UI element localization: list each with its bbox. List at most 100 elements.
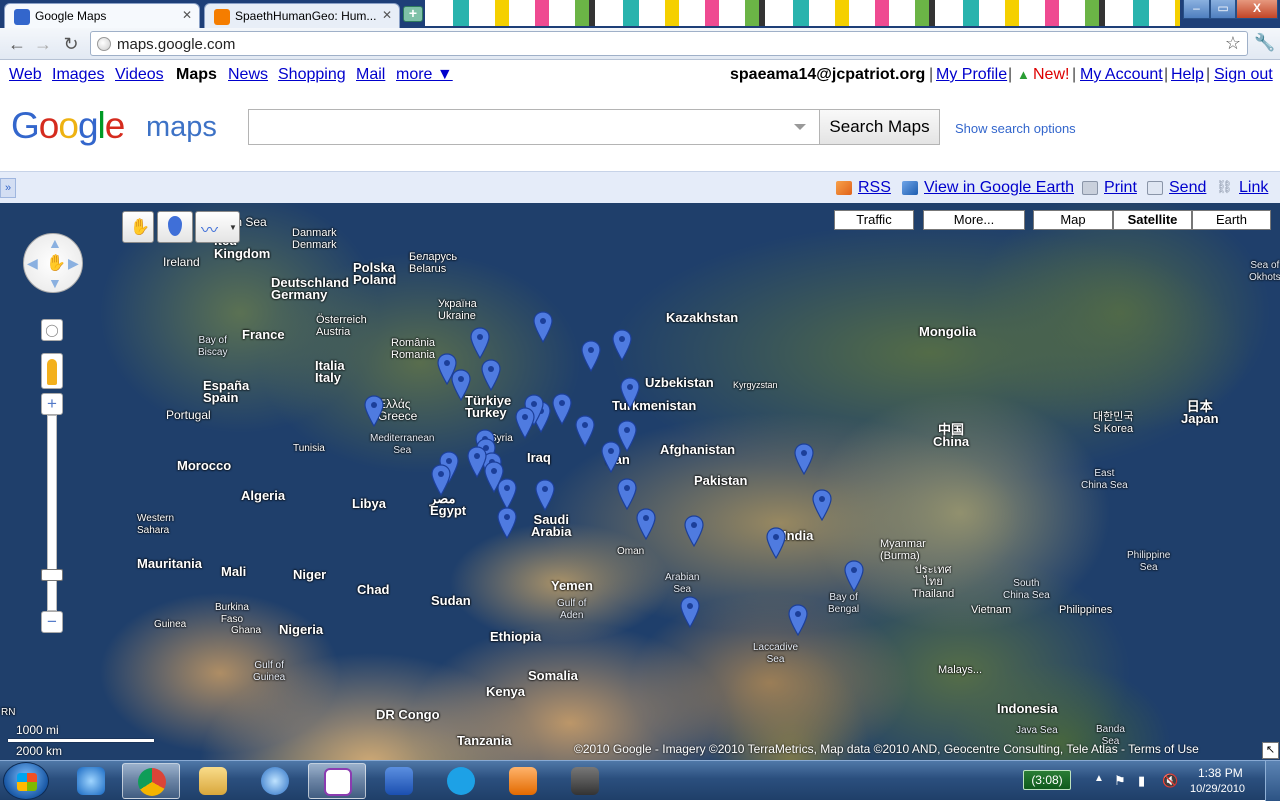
map-type-map-button[interactable]: Map [1033, 210, 1113, 230]
gbar-more-link[interactable]: more ▼ [396, 66, 453, 84]
google-logo[interactable]: Google [11, 105, 125, 147]
placemark-pin-icon[interactable] [612, 329, 632, 361]
volume-muted-icon[interactable]: 🔇 [1162, 773, 1178, 789]
show-hidden-icons-icon[interactable]: ▲ [1094, 773, 1104, 784]
map-type-satellite-button[interactable]: Satellite [1113, 210, 1192, 230]
internet-explorer-taskbar-button[interactable] [62, 763, 120, 799]
placemark-pin-icon[interactable] [533, 311, 553, 343]
gbar-news-link[interactable]: News [228, 66, 268, 84]
gbar-shopping-link[interactable]: Shopping [278, 66, 346, 84]
skype-taskbar-button[interactable] [432, 763, 490, 799]
add-placemark-tool-button[interactable] [157, 211, 193, 243]
network-app-taskbar-button[interactable] [556, 763, 614, 799]
forward-arrow-icon[interactable]: → [32, 33, 54, 55]
zoom-slider-thumb[interactable] [41, 569, 63, 581]
close-tab-icon[interactable]: ✕ [182, 8, 192, 22]
start-button[interactable] [3, 762, 49, 800]
network-signal-icon[interactable]: ▮ [1138, 773, 1145, 789]
traffic-button[interactable]: Traffic [834, 210, 914, 230]
link-link[interactable]: Link [1239, 179, 1268, 197]
search-maps-button[interactable]: Search Maps [819, 109, 940, 145]
placemark-pin-icon[interactable] [552, 393, 572, 425]
address-url[interactable]: maps.google.com [117, 36, 235, 53]
action-center-flag-icon[interactable]: ⚑ [1114, 773, 1126, 789]
collapse-panel-button[interactable]: » [0, 178, 16, 198]
reload-icon[interactable]: ↻ [60, 33, 82, 55]
gbar-images-link[interactable]: Images [52, 66, 104, 84]
zoom-in-button[interactable]: + [41, 393, 63, 415]
clock-time[interactable]: 1:38 PM [1198, 766, 1243, 780]
gbar-web-link[interactable]: Web [9, 66, 42, 84]
placemark-pin-icon[interactable] [515, 407, 535, 439]
pan-control[interactable]: ▲ ▼ ◀ ▶ ✋ [23, 233, 83, 293]
search-input[interactable] [248, 109, 820, 145]
maximize-button[interactable]: ▭ [1210, 0, 1236, 19]
placemark-pin-icon[interactable] [766, 527, 786, 559]
gbar-mail-link[interactable]: Mail [356, 66, 385, 84]
placemark-pin-icon[interactable] [601, 441, 621, 473]
satellite-map[interactable]: th Sea ited Kingdom Ireland Danmark Denm… [0, 203, 1280, 760]
tab-google-maps[interactable]: Google Maps ✕ [4, 3, 200, 28]
print-link[interactable]: Print [1104, 179, 1137, 197]
show-search-options-link[interactable]: Show search options [955, 121, 1076, 136]
overview-map-toggle[interactable]: ↖ [1262, 742, 1279, 759]
tab-spaeth-human-geo[interactable]: SpaethHumanGeo: Hum... ✕ [204, 3, 400, 28]
new-link[interactable]: New! [1033, 66, 1069, 84]
wrench-menu-icon[interactable]: 🔧 [1254, 33, 1275, 53]
pan-down-icon[interactable]: ▼ [48, 275, 62, 291]
placemark-pin-icon[interactable] [451, 369, 471, 401]
placemark-pin-icon[interactable] [636, 508, 656, 540]
pan-left-icon[interactable]: ◀ [27, 255, 38, 272]
zoom-out-button[interactable]: − [41, 611, 63, 633]
map-type-earth-button[interactable]: Earth [1192, 210, 1271, 230]
battery-timer[interactable]: (3:08) [1023, 770, 1071, 790]
placemark-pin-icon[interactable] [364, 395, 384, 427]
word-taskbar-button[interactable] [370, 763, 428, 799]
more-layers-button[interactable]: More... [923, 210, 1025, 230]
address-bar[interactable]: maps.google.com ☆ [90, 31, 1248, 56]
clock-date[interactable]: 10/29/2010 [1190, 783, 1245, 795]
draw-line-tool-button[interactable]: 〰 ▼ [195, 211, 240, 243]
placemark-pin-icon[interactable] [497, 478, 517, 510]
send-link[interactable]: Send [1169, 179, 1206, 197]
placemark-pin-icon[interactable] [794, 443, 814, 475]
gbar-videos-link[interactable]: Videos [115, 66, 164, 84]
onenote-taskbar-button[interactable] [308, 763, 366, 799]
placemark-pin-icon[interactable] [470, 327, 490, 359]
placemark-pin-icon[interactable] [812, 489, 832, 521]
placemark-pin-icon[interactable] [684, 515, 704, 547]
pan-right-icon[interactable]: ▶ [68, 255, 79, 272]
close-window-button[interactable]: X [1236, 0, 1278, 19]
placemark-pin-icon[interactable] [620, 377, 640, 409]
new-tab-button[interactable]: + [403, 6, 423, 22]
rss-link[interactable]: RSS [858, 179, 891, 197]
itunes-taskbar-button[interactable] [246, 763, 304, 799]
file-explorer-taskbar-button[interactable] [184, 763, 242, 799]
zoom-reset-button[interactable]: ◯ [41, 319, 63, 341]
placemark-pin-icon[interactable] [581, 340, 601, 372]
placemark-pin-icon[interactable] [788, 604, 808, 636]
placemark-pin-icon[interactable] [481, 359, 501, 391]
back-arrow-icon[interactable]: ← [6, 33, 28, 55]
sign-out-link[interactable]: Sign out [1214, 66, 1273, 84]
placemark-pin-icon[interactable] [535, 479, 555, 511]
placemark-pin-icon[interactable] [497, 507, 517, 539]
placemark-pin-icon[interactable] [844, 560, 864, 592]
search-dropdown-icon[interactable] [794, 124, 806, 130]
placemark-pin-icon[interactable] [575, 415, 595, 447]
my-profile-link[interactable]: My Profile [936, 66, 1007, 84]
placemark-pin-icon[interactable] [680, 596, 700, 628]
help-link[interactable]: Help [1171, 66, 1204, 84]
bookmark-star-icon[interactable]: ☆ [1225, 33, 1241, 54]
street-view-pegman-icon[interactable] [41, 353, 63, 389]
pan-up-icon[interactable]: ▲ [48, 235, 62, 251]
my-account-link[interactable]: My Account [1080, 66, 1163, 84]
view-in-google-earth-link[interactable]: View in Google Earth [924, 179, 1074, 197]
placemark-pin-icon[interactable] [617, 478, 637, 510]
show-desktop-button[interactable] [1265, 761, 1280, 801]
drag-hand-tool-button[interactable]: ✋ [122, 211, 154, 243]
media-player-taskbar-button[interactable] [494, 763, 552, 799]
placemark-pin-icon[interactable] [431, 464, 451, 496]
close-tab-icon[interactable]: ✕ [382, 8, 392, 22]
chrome-taskbar-button[interactable] [122, 763, 180, 799]
